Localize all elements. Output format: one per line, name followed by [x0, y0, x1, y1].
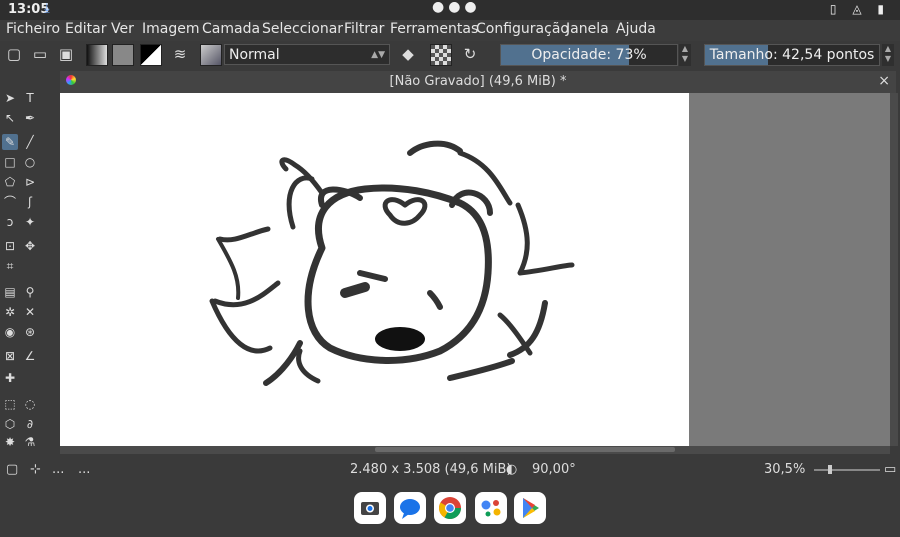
fill-icon[interactable]: ◉	[2, 324, 18, 340]
size-slider[interactable]: Tamanho: 42,54 pontos	[704, 44, 880, 66]
transform-icon[interactable]: ⊡	[2, 238, 18, 254]
size-label: Tamanho: 42,54 pontos	[709, 47, 875, 63]
contiguous-select-icon[interactable]: ✸	[2, 434, 18, 450]
rotation-value: 90,00°	[532, 462, 576, 477]
assistant-tool-icon[interactable]: ⊠	[2, 348, 18, 364]
alpha-lock-icon[interactable]	[430, 44, 452, 66]
menu-bar: Ficheiro Editar Ver Imagem Camada Selecc…	[0, 20, 900, 41]
status-dots-2: ...	[78, 462, 91, 477]
zoom-slider-knob[interactable]	[828, 465, 832, 474]
menu-imagem[interactable]: Imagem	[142, 21, 199, 37]
multibrush-icon[interactable]: ✦	[22, 214, 38, 230]
menu-seleccionar[interactable]: Seleccionar	[262, 21, 343, 37]
measure-icon[interactable]: ∠	[22, 348, 38, 364]
assistant-icon[interactable]: ✕	[22, 304, 38, 320]
move-icon[interactable]: ✥	[22, 238, 38, 254]
zoom-value: 30,5%	[764, 462, 806, 477]
color-picker-icon[interactable]: ⚲	[22, 284, 38, 300]
rectangle-icon[interactable]: □	[2, 154, 18, 170]
enclose-fill-icon[interactable]: ⊛	[22, 324, 38, 340]
menu-ferramentas[interactable]: Ferramentas	[390, 21, 478, 37]
toolbox: ➤ T ↖ ✒ ✎ ╱ □ ○ ⬠ ⊳ ⌒ ʃ ↄ ✦ ⊡ ✥ ⌗ ▤ ⚲ ✲ …	[0, 88, 56, 450]
opacity-label: Opacidade: 73%	[531, 47, 647, 63]
open-folder-icon[interactable]: ▭	[30, 44, 50, 64]
menu-janela[interactable]: Janela	[566, 21, 609, 37]
status-bar: ▢ ⊹ ... ... 2.480 x 3.508 (49,6 MiB) ◐ 9…	[0, 458, 900, 480]
freehand-brush-icon[interactable]: ✎	[2, 134, 18, 150]
text-tool-icon[interactable]: T	[22, 90, 38, 106]
brush-preset-icon[interactable]	[200, 44, 222, 66]
save-icon[interactable]: ▣	[56, 44, 76, 64]
menu-ajuda[interactable]: Ajuda	[616, 21, 656, 37]
blend-mode-value: Normal	[229, 47, 280, 63]
smart-patch-icon[interactable]: ✲	[2, 304, 18, 320]
selection-mode-icon[interactable]: ▢	[6, 462, 18, 477]
opacity-spin-button[interactable]: ▲ ▼	[679, 44, 691, 66]
vertical-scrollbar[interactable]	[890, 93, 898, 446]
zoom-slider[interactable]	[814, 465, 880, 474]
opacity-slider[interactable]: Opacidade: 73%	[500, 44, 678, 66]
chevron-down-icon: ▲▼	[371, 50, 385, 60]
notification-dots: ●●●	[432, 0, 481, 15]
menu-ver[interactable]: Ver	[111, 21, 134, 37]
polyline-icon[interactable]: ⊳	[22, 174, 38, 190]
size-spin-button[interactable]: ▲ ▼	[882, 44, 894, 66]
document-tab[interactable]: [Não Gravado] (49,6 MiB) * ×	[60, 71, 896, 93]
lion-sketch	[209, 140, 575, 386]
bezier-icon[interactable]: ⌒	[2, 194, 18, 210]
menu-configuracao[interactable]: Configuração	[476, 21, 569, 37]
new-document-icon[interactable]: ▢	[4, 44, 24, 64]
brush-settings-icon[interactable]: ≋	[170, 44, 190, 64]
rect-select-icon[interactable]: ⬚	[2, 396, 18, 412]
canvas-only-icon[interactable]: ▭	[884, 462, 896, 477]
download-icon: ⤓	[44, 1, 50, 16]
select-shapes-icon[interactable]: ➤	[2, 90, 18, 106]
brush-preset-status-icon[interactable]: ⊹	[30, 462, 41, 477]
freehand-path-icon[interactable]: ʃ	[22, 194, 38, 210]
menu-camada[interactable]: Camada	[202, 21, 260, 37]
freehand-select-icon[interactable]: ∂	[22, 416, 38, 432]
assistant-app-icon[interactable]	[475, 492, 507, 524]
similar-select-icon[interactable]: ⚗	[22, 434, 38, 450]
crop-icon[interactable]: ⌗	[2, 258, 18, 274]
android-status-bar: 13:05 ⤓ ●●● ▯ ◬ ▮	[0, 0, 900, 20]
pattern-swatch[interactable]	[112, 44, 134, 66]
system-tray-icons: ▯ ◬ ▮	[829, 2, 890, 16]
polygon-icon[interactable]: ⬠	[2, 174, 18, 190]
gradient-swatch[interactable]	[86, 44, 108, 66]
play-store-app-icon[interactable]	[514, 492, 546, 524]
blend-mode-select[interactable]: Normal ▲▼	[224, 44, 390, 65]
color-swatch-fg-bg[interactable]	[140, 44, 162, 66]
main-toolbar: ▢ ▭ ▣ ≋ Normal ▲▼ ◆ ↻ Opacidade: 73% ▲ ▼ …	[0, 41, 900, 69]
line-tool-icon[interactable]: ╱	[22, 134, 38, 150]
reload-preset-icon[interactable]: ↻	[460, 44, 480, 64]
chrome-app-icon[interactable]	[434, 492, 466, 524]
reference-pin-icon[interactable]: ✚	[2, 370, 18, 386]
dynamic-brush-icon[interactable]: ↄ	[2, 214, 18, 230]
messages-app-icon[interactable]	[394, 492, 426, 524]
canvas-area[interactable]	[60, 93, 890, 446]
horizontal-scroll-thumb[interactable]	[375, 447, 675, 452]
app-dock	[0, 480, 900, 537]
image-dimensions: 2.480 x 3.508 (49,6 MiB)	[350, 462, 512, 477]
ellipse-select-icon[interactable]: ◌	[22, 396, 38, 412]
menu-filtrar[interactable]: Filtrar	[344, 21, 384, 37]
close-icon[interactable]: ×	[878, 73, 890, 89]
menu-editar[interactable]: Editar	[65, 21, 106, 37]
status-dots-1: ...	[52, 462, 65, 477]
polygon-select-icon[interactable]: ⬡	[2, 416, 18, 432]
edit-shapes-icon[interactable]: ↖	[2, 110, 18, 126]
drawing-canvas[interactable]	[60, 93, 689, 446]
calligraphy-icon[interactable]: ✒	[22, 110, 38, 126]
menu-ficheiro[interactable]: Ficheiro	[6, 21, 60, 37]
ellipse-icon[interactable]: ○	[22, 154, 38, 170]
rotation-icon[interactable]: ◐	[506, 462, 517, 477]
camera-app-icon[interactable]	[354, 492, 386, 524]
eraser-icon[interactable]: ◆	[398, 44, 418, 64]
gradient-icon[interactable]: ▤	[2, 284, 18, 300]
document-title: [Não Gravado] (49,6 MiB) *	[389, 74, 567, 89]
horizontal-scrollbar[interactable]	[60, 446, 890, 454]
